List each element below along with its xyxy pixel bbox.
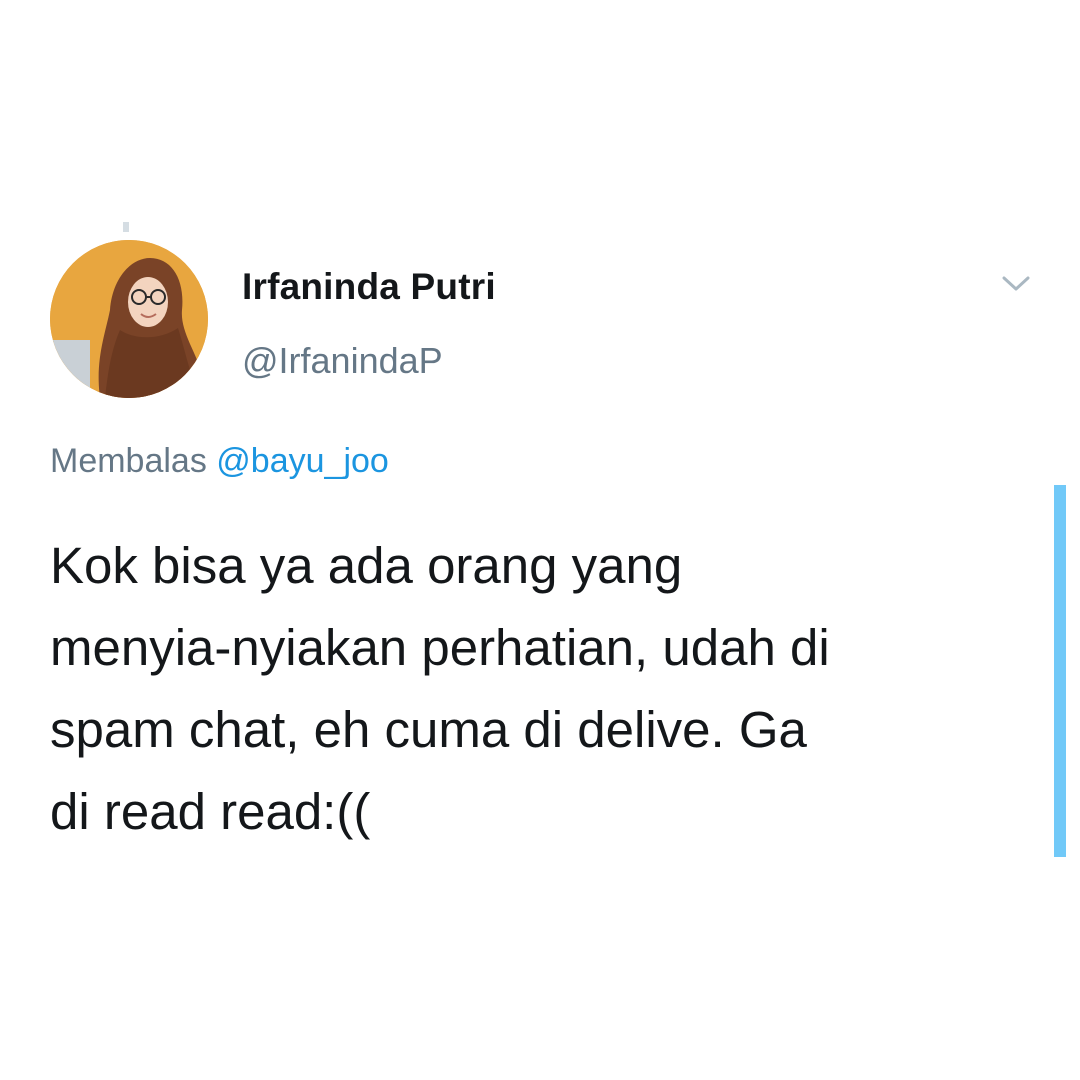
tweet-text-line: di read read:((: [50, 783, 371, 840]
tweet-screenshot: Irfaninda Putri @IrfanindaP Membalas @ba…: [0, 0, 1080, 1080]
reply-prefix: Membalas: [50, 442, 207, 480]
tweet-text: Kok bisa ya ada orang yang menyia-nyiaka…: [50, 525, 1030, 853]
author-handle[interactable]: @IrfanindaP: [242, 340, 443, 382]
author-display-name[interactable]: Irfaninda Putri: [242, 266, 496, 308]
reply-context: Membalas @bayu_joo: [50, 442, 389, 481]
highlight-bar: [1054, 485, 1066, 857]
tweet-text-line: Kok bisa ya ada orang yang: [50, 537, 683, 594]
tweet-text-line: menyia-nyiakan perhatian, udah di: [50, 619, 830, 676]
avatar-photo-icon: [50, 240, 208, 398]
tweet-text-line: spam chat, eh cuma di delive. Ga: [50, 701, 807, 758]
thread-connector: [123, 222, 129, 232]
chevron-down-icon[interactable]: [998, 272, 1034, 296]
reply-mention-link[interactable]: @bayu_joo: [216, 442, 389, 480]
avatar[interactable]: [50, 240, 208, 398]
